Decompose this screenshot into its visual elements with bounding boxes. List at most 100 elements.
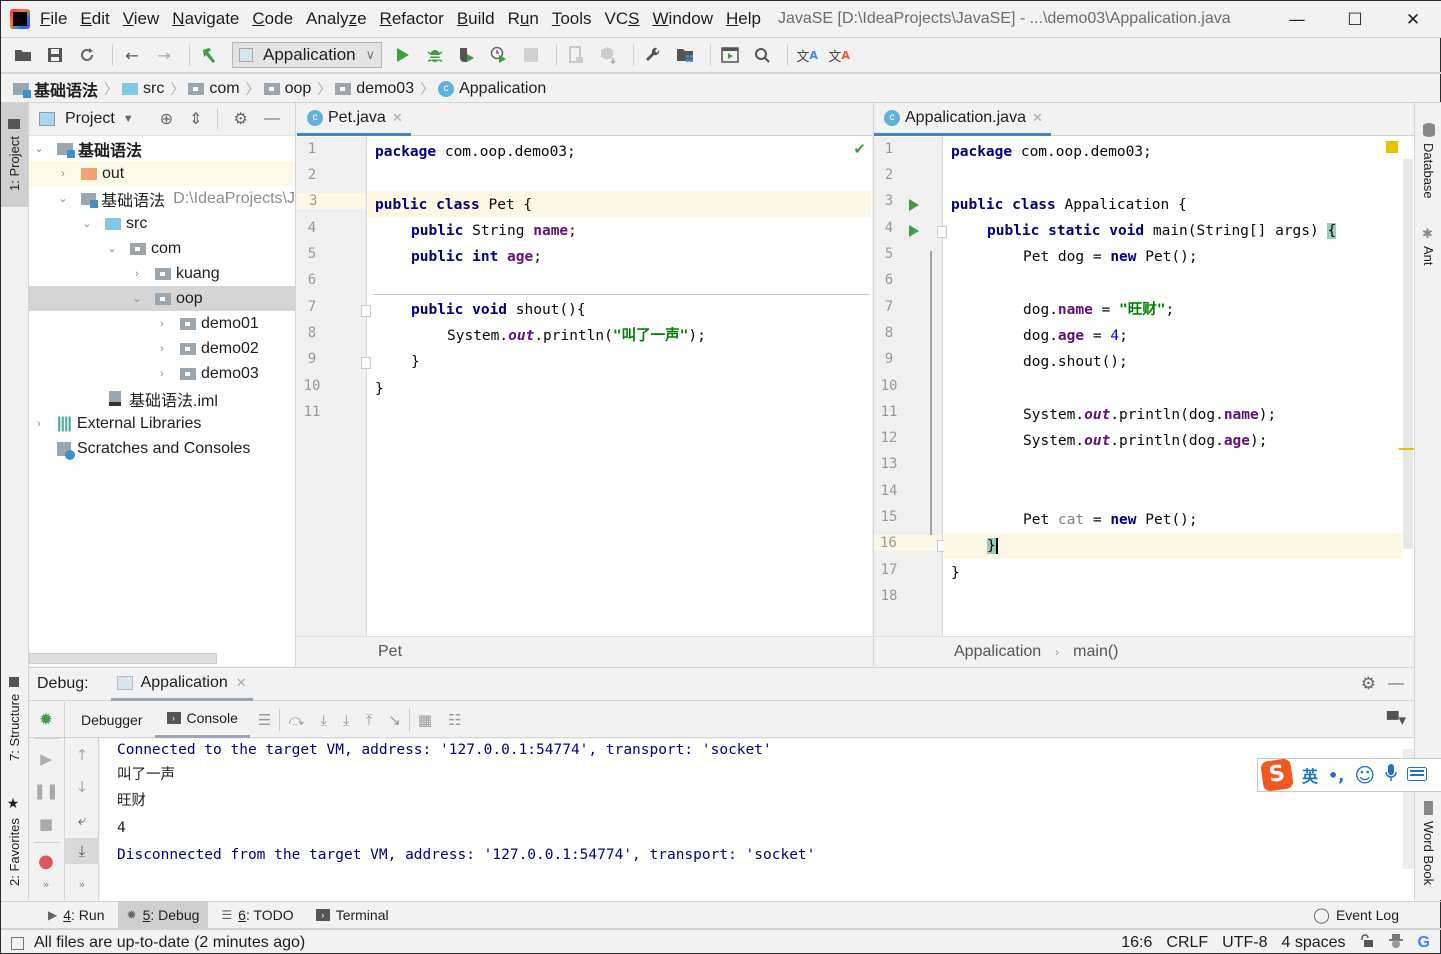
tree-item-demo03[interactable]: › demo03 — [29, 361, 295, 386]
tool-tab-database[interactable]: Database — [1415, 113, 1441, 208]
chevron-right-icon[interactable]: › — [131, 268, 143, 280]
more-icon[interactable]: » — [65, 878, 99, 891]
trace-icon[interactable]: ☷ — [448, 711, 461, 729]
fold-marker-icon[interactable] — [937, 226, 947, 238]
step-into-icon[interactable]: ⤓ — [343, 711, 350, 729]
menu-vcs[interactable]: VCS — [605, 9, 640, 29]
more-icon[interactable]: » — [29, 878, 63, 891]
debug-session-tab[interactable]: Appalication ✕ — [110, 668, 253, 701]
menu-lines-icon[interactable]: ☰ — [258, 711, 271, 729]
soft-wrap-icon[interactable]: ⤶ — [65, 811, 99, 829]
step-over-icon[interactable]: ⤓ — [320, 711, 327, 729]
sync-icon[interactable] — [74, 42, 100, 68]
chevron-down-icon[interactable]: ⌄ — [81, 217, 93, 230]
tree-item-kuang[interactable]: › kuang — [29, 261, 295, 286]
translate-icon[interactable]: 文A — [794, 42, 820, 68]
file-encoding[interactable]: UTF-8 — [1222, 934, 1267, 952]
settings-wrench-icon[interactable] — [640, 42, 666, 68]
tool-tab-ant[interactable]: ✱ Ant — [1415, 221, 1441, 271]
dropdown-arrow-icon[interactable]: ▼ — [123, 113, 134, 125]
gear-icon[interactable]: ⚙ — [1361, 674, 1376, 694]
tool-tab-structure[interactable]: 7: Structure — [1, 669, 28, 769]
chevron-right-icon[interactable]: › — [156, 343, 168, 355]
menu-build[interactable]: Build — [457, 9, 495, 29]
open-folder-icon[interactable] — [10, 42, 36, 68]
device-manager-icon[interactable] — [563, 42, 589, 68]
layout-settings-icon[interactable]: ▀▾ — [1387, 711, 1406, 729]
indent-setting[interactable]: 4 spaces — [1282, 934, 1346, 952]
menu-run[interactable]: Run — [508, 9, 539, 29]
sogou-logo-icon[interactable]: S — [1260, 758, 1294, 792]
hide-panel-icon[interactable]: — — [1388, 675, 1404, 693]
view-breakpoints-icon[interactable]: ● — [29, 851, 63, 872]
breadcrumb-oop[interactable]: oop 〉 — [263, 79, 331, 99]
chevron-right-icon[interactable]: › — [33, 418, 45, 430]
tool-tab-word-book[interactable]: Word Book — [1415, 793, 1441, 893]
menu-refactor[interactable]: Refactor — [380, 9, 444, 29]
chevron-right-icon[interactable]: › — [57, 168, 69, 180]
ime-language-toggle[interactable]: 英 — [1302, 763, 1318, 787]
google-icon[interactable]: G — [1418, 934, 1430, 952]
breadcrumb-com[interactable]: com 〉 — [188, 79, 260, 99]
run-with-coverage-icon[interactable] — [454, 42, 480, 68]
build-hammer-icon[interactable] — [196, 42, 222, 68]
stop-icon[interactable] — [518, 42, 544, 68]
save-icon[interactable] — [42, 42, 68, 68]
locate-target-icon[interactable]: ⊕ — [160, 109, 173, 129]
chevron-right-icon[interactable]: › — [156, 368, 168, 380]
line-separator[interactable]: CRLF — [1166, 934, 1208, 952]
menu-navigate[interactable]: Navigate — [172, 9, 239, 29]
tool-tab-todo[interactable]: ☰ 6: TODO — [212, 901, 302, 929]
tree-item-root[interactable]: ⌄ 基础语法 — [29, 136, 295, 161]
resume-icon[interactable]: ▶︎ — [29, 750, 63, 768]
tool-tab-terminal[interactable]: › Terminal — [307, 901, 398, 929]
evaluate-expression-icon[interactable]: ▦ — [418, 711, 432, 729]
status-toggle-icon[interactable] — [11, 936, 24, 950]
forward-arrow-icon[interactable]: → — [151, 42, 177, 68]
minimize-button[interactable]: — — [1268, 1, 1326, 38]
gear-icon[interactable]: ⚙ — [234, 109, 248, 129]
tool-tab-event-log[interactable]: ◯ Event Log — [1304, 901, 1408, 929]
tool-tab-project[interactable]: 1: Project — [1, 103, 28, 207]
tab-console[interactable]: › Console — [154, 702, 250, 738]
menu-tools[interactable]: Tools — [552, 9, 592, 29]
close-button[interactable]: ✕ — [1384, 1, 1441, 38]
show-execution-point-icon[interactable]: ⤼ — [288, 711, 304, 729]
status-message[interactable]: All files are up-to-date (2 minutes ago) — [34, 934, 305, 952]
pause-icon[interactable]: ❚❚ — [29, 782, 63, 800]
chevron-down-icon[interactable]: ⌄ — [33, 142, 45, 155]
run-configuration-select[interactable]: Appalication ∨ — [232, 42, 383, 68]
breadcrumb-appalication[interactable]: c Appalication — [438, 80, 546, 98]
debug-bug-icon[interactable] — [422, 42, 448, 68]
chevron-down-icon[interactable]: ⌄ — [57, 192, 69, 205]
translate-replace-icon[interactable]: 文A — [826, 42, 852, 68]
down-arrow-icon[interactable]: ↓ — [65, 778, 99, 796]
horizontal-scrollbar[interactable] — [29, 653, 217, 664]
ime-punctuation-icon[interactable]: •, — [1328, 766, 1344, 785]
run-gutter-icon[interactable] — [909, 225, 919, 237]
run-anything-icon[interactable] — [717, 42, 743, 68]
code-area[interactable]: package com.oop.demo03; public class Pet… — [375, 139, 865, 636]
inspector-hat-icon[interactable] — [1388, 933, 1404, 954]
tree-item-oop[interactable]: ⌄ oop — [29, 286, 295, 311]
stop-icon[interactable]: ■ — [29, 815, 63, 833]
maximize-button[interactable]: ☐ — [1326, 1, 1384, 38]
run-gutter-icon[interactable] — [909, 199, 919, 211]
menu-help[interactable]: Help — [726, 9, 761, 29]
footer-class-crumb[interactable]: Pet — [378, 643, 402, 661]
tree-item-demo02[interactable]: › demo02 — [29, 336, 295, 361]
lock-open-icon[interactable] — [1360, 933, 1374, 953]
tab-appalication-java[interactable]: c Appalication.java ✕ — [874, 103, 1051, 136]
tree-item-out[interactable]: › out — [29, 161, 295, 186]
chevron-down-icon[interactable]: ⌄ — [131, 292, 143, 305]
ime-emoji-icon[interactable]: ☺ — [1354, 763, 1375, 787]
tool-tab-debug[interactable]: ✹ 5: Debug — [117, 901, 209, 929]
project-structure-icon[interactable] — [672, 42, 698, 68]
footer-class-crumb[interactable]: Appalication — [954, 643, 1041, 661]
tree-item-src[interactable]: ⌄ src — [29, 211, 295, 236]
tree-item-iml[interactable]: 基础语法.iml — [29, 386, 295, 411]
tree-item-demo01[interactable]: › demo01 — [29, 311, 295, 336]
caret-position[interactable]: 16:6 — [1121, 934, 1152, 952]
sdk-manager-icon[interactable] — [595, 42, 621, 68]
search-icon[interactable] — [749, 42, 775, 68]
